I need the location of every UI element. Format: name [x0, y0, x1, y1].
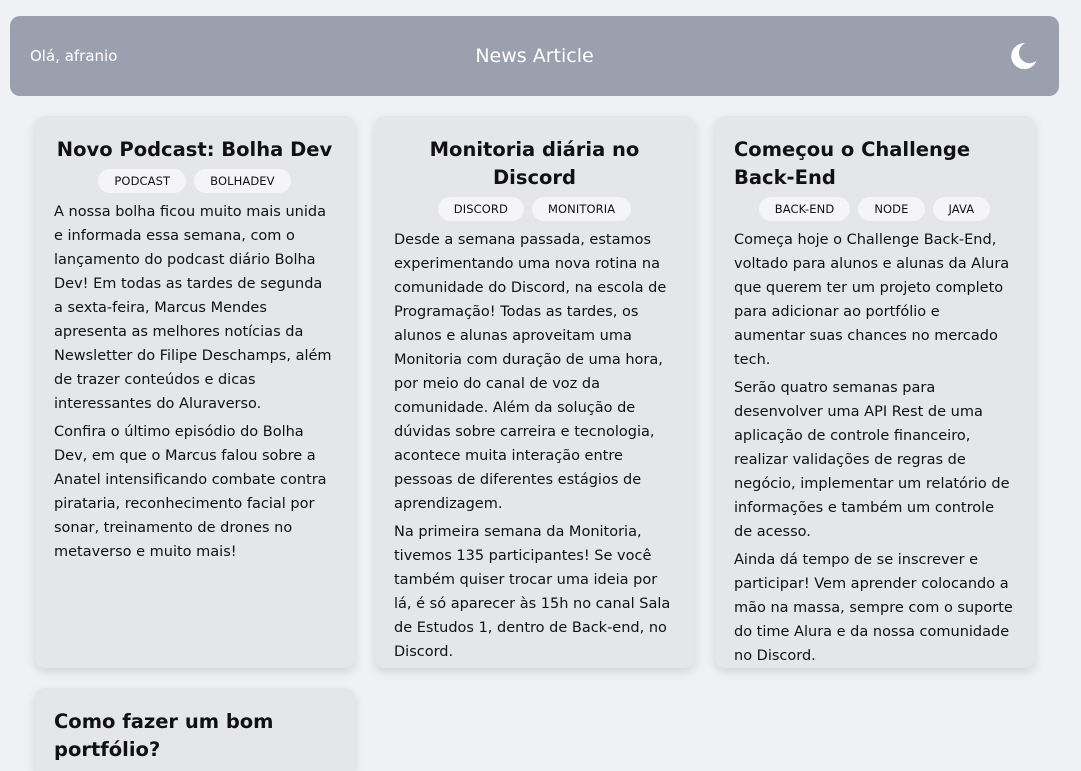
article-title: Começou o Challenge Back-End — [734, 138, 971, 189]
article-paragraph: A nossa bolha ficou muito mais unida e i… — [54, 204, 332, 412]
tag[interactable]: JAVA — [932, 197, 991, 221]
article-card: Começou o Challenge Back-End BACK-END NO… — [715, 116, 1035, 668]
article-card: Como fazer um bom portfólio? — [35, 688, 355, 771]
tag[interactable]: BOLHADEV — [194, 169, 291, 193]
article-card: Monitoria diária no Discord DISCORD MONI… — [375, 116, 695, 668]
article-paragraph: Serão quatro semanas para desenvolver um… — [734, 380, 1010, 540]
tag[interactable]: NODE — [858, 197, 925, 221]
article-paragraph: Ainda dá tempo de se inscrever e partici… — [734, 552, 1013, 664]
article-paragraph: Confira o último episódio do Bolha Dev, … — [54, 424, 327, 560]
article-paragraph: Começa hoje o Challenge Back-End, voltad… — [734, 232, 1010, 368]
page-title: News Article — [475, 45, 594, 67]
tag-list: BACK-END NODE JAVA — [734, 197, 1015, 221]
article-card: Novo Podcast: Bolha Dev PODCAST BOLHADEV… — [35, 116, 355, 668]
tag[interactable]: BACK-END — [758, 197, 851, 221]
tag[interactable]: PODCAST — [98, 169, 187, 193]
article-title: Como fazer um bom portfólio? — [54, 710, 274, 761]
tag-list: DISCORD MONITORIA — [394, 197, 675, 221]
article-paragraph: Na primeira semana da Monitoria, tivemos… — [394, 524, 671, 660]
article-paragraph: Desde a semana passada, estamos experime… — [394, 232, 667, 512]
tag[interactable]: MONITORIA — [531, 197, 632, 221]
app-header: Olá, afranio News Article — [10, 16, 1059, 96]
tag[interactable]: DISCORD — [437, 197, 524, 221]
article-title: Novo Podcast: Bolha Dev — [56, 138, 333, 161]
tag-list: PODCAST BOLHADEV — [54, 169, 335, 193]
moon-icon[interactable] — [1007, 40, 1039, 72]
article-title: Monitoria diária no Discord — [429, 138, 640, 189]
